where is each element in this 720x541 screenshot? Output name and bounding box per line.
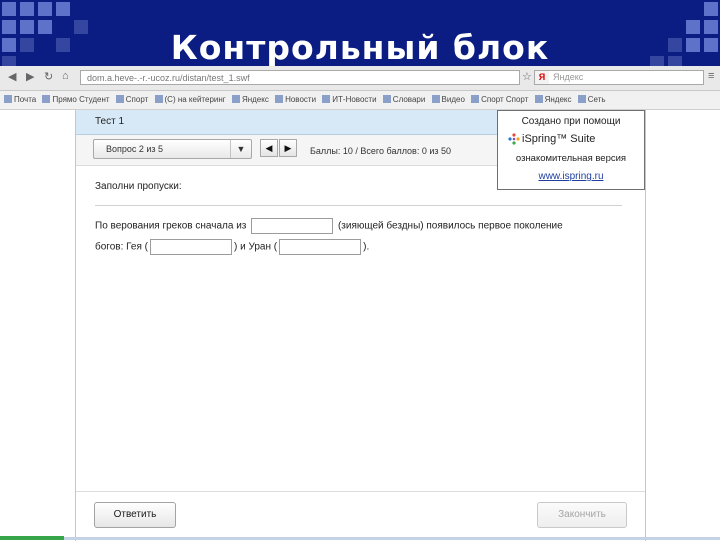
browser-toolbar: ◀ ▶ ↻ ⌂ dom.a.heve-.-r.-ucoz.ru/distan/t… [0, 66, 720, 91]
score-label: Баллы: 10 / Всего баллов: 0 из 50 [310, 146, 452, 156]
bookmark-item[interactable]: Спорт [115, 91, 149, 109]
footer-divider [76, 491, 645, 492]
bookmark-label: Спорт [125, 95, 149, 104]
answer-blank-1[interactable] [251, 218, 334, 234]
bookmark-item[interactable]: Прямо Студент [42, 91, 110, 109]
arrow-left-icon: ◀ [265, 143, 273, 153]
bookmark-item[interactable]: Сеть [577, 91, 606, 109]
bookmark-icon [534, 95, 543, 103]
answer-blank-2[interactable] [149, 239, 232, 255]
bookmark-icon [154, 95, 163, 103]
question-prompt: Заполни пропуски: [95, 181, 182, 192]
bookmark-label: (C) на кейтеринг [164, 95, 226, 104]
bookmark-icon [577, 95, 586, 103]
start-button[interactable] [0, 536, 64, 540]
question-select-label: Вопрос 2 из 5 [106, 144, 164, 154]
bookmark-label: Словари [392, 95, 426, 104]
decor-square [2, 2, 16, 16]
question-text: богов: Гея ( [95, 241, 148, 253]
bookmark-label: Видео [441, 95, 465, 104]
bookmarks-bar: Почта Прямо Студент Спорт (C) на кейтери… [0, 91, 720, 110]
bookmark-icon [471, 95, 480, 103]
bookmark-label: Спорт Спорт [481, 95, 529, 104]
bookmark-item[interactable]: Спорт Спорт [471, 91, 528, 109]
reload-icon[interactable]: ↻ [44, 70, 53, 83]
bookmark-icon [382, 95, 391, 103]
bookmark-label: Сеть [587, 95, 606, 104]
arrow-right-icon: ▶ [284, 143, 292, 153]
submit-answer-button[interactable]: Ответить [94, 502, 176, 528]
star-icon[interactable]: ☆ [522, 70, 532, 83]
question-text: (зияющей бездны) появилось первое поколе… [337, 220, 563, 232]
search-input[interactable]: Я Яндекс [534, 70, 704, 85]
question-text: ). [363, 241, 370, 253]
divider [95, 205, 622, 206]
bookmark-icon [115, 95, 124, 103]
question-text: По верования греков сначала из [95, 220, 247, 232]
chevron-down-icon[interactable]: ▼ [230, 140, 251, 158]
bookmark-icon [431, 95, 440, 103]
bookmark-item[interactable]: Новости [275, 91, 316, 109]
decor-square [38, 2, 52, 16]
decor-square [56, 2, 70, 16]
finish-button[interactable]: Закончить [537, 502, 627, 528]
bookmark-item[interactable]: Видео [431, 91, 465, 109]
bookmark-label: Новости [285, 95, 317, 104]
bookmark-label: ИТ-Новости [332, 95, 377, 104]
bookmark-icon [231, 95, 240, 103]
bookmark-icon [322, 95, 331, 103]
back-icon[interactable]: ◀ [8, 70, 16, 83]
bookmark-icon [42, 95, 51, 103]
bookmark-label: Почта [14, 95, 37, 104]
address-bar[interactable]: dom.a.heve-.-r.-ucoz.ru/distan/test_1.sw… [80, 70, 520, 85]
yandex-icon: Я [535, 71, 549, 84]
bookmark-item[interactable]: ИТ-Новости [322, 91, 377, 109]
watermark-line: Создано при помощи [521, 116, 621, 127]
bookmark-label: Прямо Студент [52, 95, 110, 104]
slide-header: Контрольный блок [0, 0, 720, 66]
bookmark-icon [275, 95, 284, 103]
bookmark-item[interactable]: Яндекс [231, 91, 269, 109]
prev-question-button[interactable]: ◀ [260, 139, 278, 157]
next-question-button[interactable]: ▶ [279, 139, 297, 157]
ispring-watermark: Создано при помощи iSpring™ Suite ознако… [497, 110, 645, 190]
bookmark-item[interactable]: Почта [4, 91, 36, 109]
watermark-brand: iSpring™ Suite [522, 133, 596, 145]
question-line-1: По верования греков сначала из (зияющей … [95, 218, 563, 234]
question-text: ) и Уран ( [233, 241, 278, 253]
answer-blank-3[interactable] [279, 239, 362, 255]
home-icon[interactable]: ⌂ [62, 70, 69, 82]
menu-icon[interactable]: ≡ [708, 70, 714, 82]
decor-square [704, 2, 718, 16]
ispring-link[interactable]: www.ispring.ru [498, 171, 644, 182]
question-line-2: богов: Гея ( ) и Уран (). [95, 239, 369, 255]
forward-icon[interactable]: ▶ [26, 70, 34, 83]
ispring-logo-icon [508, 133, 520, 145]
watermark-line: ознакомительная версия [515, 153, 627, 164]
bookmark-item[interactable]: (C) на кейтеринг [154, 91, 226, 109]
bookmark-icon [4, 95, 12, 103]
question-select[interactable]: Вопрос 2 из 5 ▼ [93, 139, 252, 159]
decor-square [20, 2, 34, 16]
bookmark-label: Яндекс [241, 95, 269, 104]
search-placeholder: Яндекс [553, 72, 584, 82]
bookmark-item[interactable]: Словари [382, 91, 426, 109]
quiz-title: Тест 1 [95, 116, 125, 127]
bookmark-item[interactable]: Яндекс [534, 91, 572, 109]
slide-title: Контрольный блок [170, 28, 550, 66]
bookmark-label: Яндекс [544, 95, 572, 104]
